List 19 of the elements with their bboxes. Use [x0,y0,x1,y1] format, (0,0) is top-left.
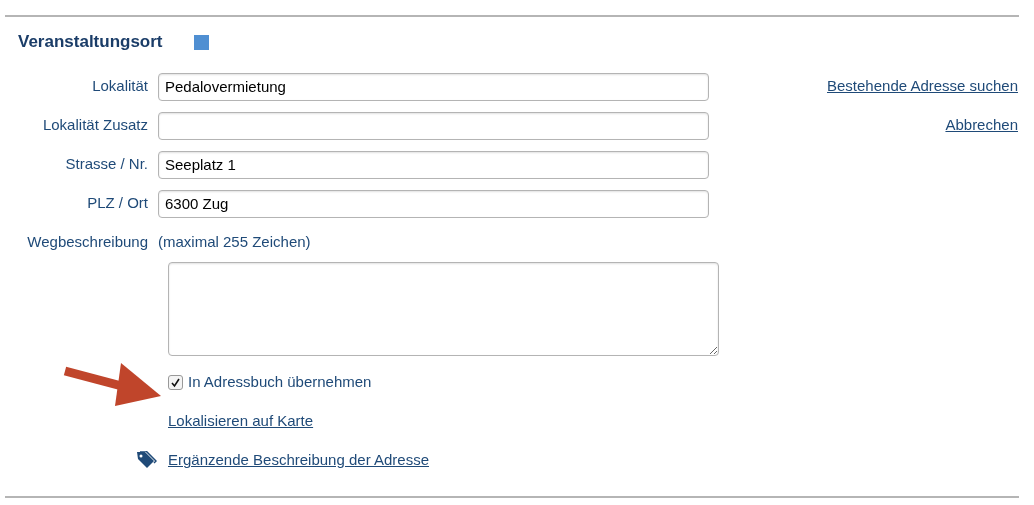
directions-field[interactable] [168,262,719,356]
tag-icon [136,451,157,470]
field-label: Lokalität [91,76,149,97]
checkbox-label: In Adressbuch übernehmen [188,372,372,393]
side-link[interactable]: Bestehende Adresse suchen [827,75,1018,98]
text-field[interactable]: Pedalovermietung [158,72,709,101]
section-title: Veranstaltungsort [18,31,163,54]
field-label: Strasse / Nr. [64,154,149,175]
hint-text: (maximal 255 Zeichen) [158,232,311,253]
field-label: Wegbeschreibung [26,232,149,253]
side-link[interactable]: Abbrechen [945,114,1018,137]
text-field[interactable]: 6300 Zug [158,189,709,218]
text-field[interactable]: Seeplatz 1 [158,150,709,179]
field-label: PLZ / Ort [86,193,149,214]
link[interactable]: Ergänzende Beschreibung der Adresse [168,449,429,472]
checkbox[interactable] [168,375,183,390]
field-label: Lokalität Zusatz [41,115,149,136]
link[interactable]: Lokalisieren auf Karte [168,410,314,433]
text-field[interactable] [158,111,709,140]
